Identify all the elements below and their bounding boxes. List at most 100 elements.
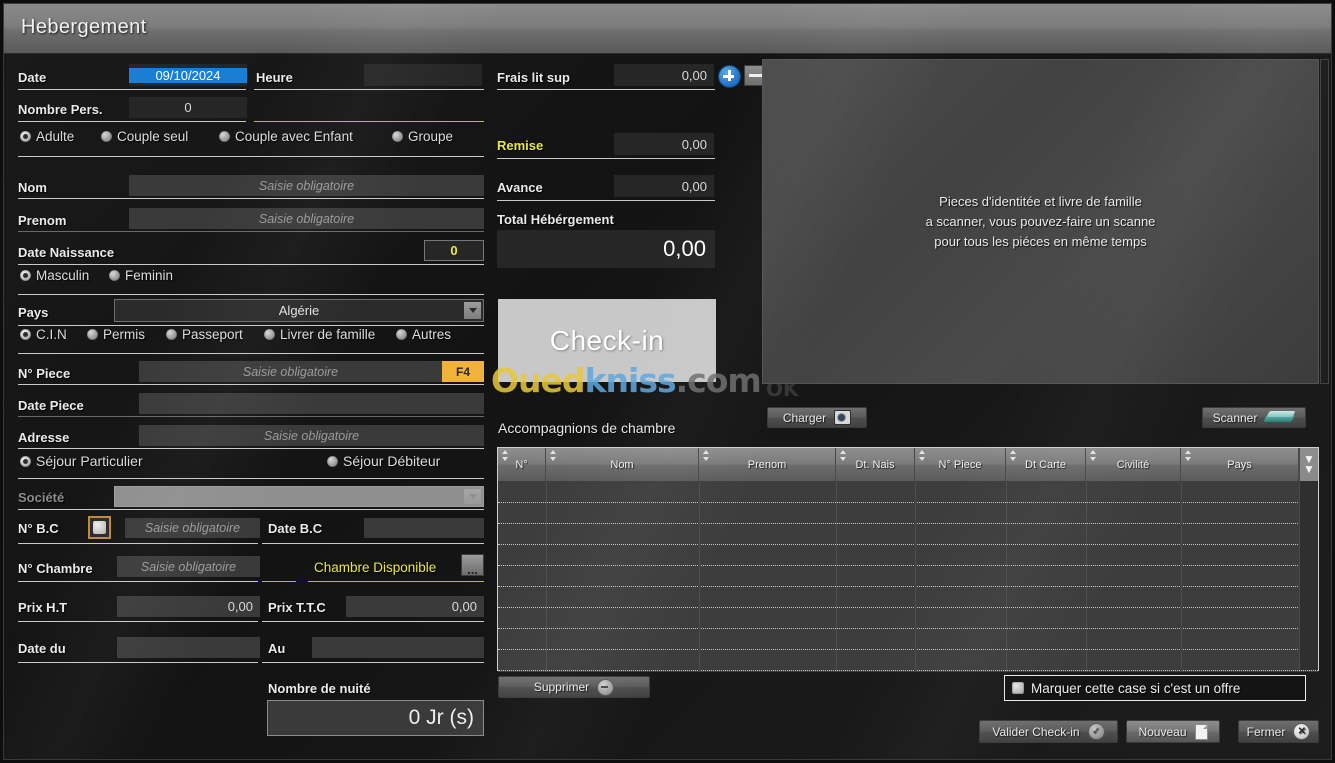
pays-value: Algérie — [278, 303, 320, 318]
chambre-disponible-more-button[interactable]: ... — [461, 554, 484, 576]
scrollbar-track[interactable] — [1300, 481, 1318, 670]
nombre-pers-underline — [18, 121, 246, 122]
offer-checkbox-row[interactable]: Marquer cette case si c'est un offre — [1004, 675, 1306, 701]
column-label: Nom — [610, 458, 634, 471]
table-row[interactable] — [498, 503, 1318, 524]
n-bc-input[interactable]: Saisie obligatoire — [125, 518, 260, 538]
nombre-nuite-input[interactable]: 0 Jr (s) — [267, 700, 484, 736]
sort-icon[interactable] — [501, 450, 508, 461]
table-row[interactable] — [498, 587, 1318, 608]
radio-label: Groupe — [408, 129, 454, 144]
frais-lit-sup-input[interactable]: 0,00 — [614, 64, 714, 86]
chevron-down-icon[interactable] — [464, 302, 481, 319]
chevron-down-icon[interactable]: ▼ ▼ — [1300, 453, 1318, 475]
prix-ht-input[interactable]: 0,00 — [117, 596, 260, 617]
radio-passeport[interactable]: Passeport — [166, 327, 243, 342]
scan-preview-area[interactable]: Pieces d'identitée et livre de famille a… — [762, 59, 1319, 384]
title-bar: Hebergement — [4, 4, 1331, 54]
radio-masculin[interactable]: Masculin — [20, 268, 89, 283]
nom-input[interactable]: Saisie obligatoire — [129, 175, 484, 196]
nombre-pers-input[interactable]: 0 — [129, 97, 247, 118]
table-row[interactable] — [498, 566, 1318, 587]
column-header-dt-carte[interactable]: Dt Carte — [1006, 448, 1086, 481]
heure-input[interactable] — [364, 64, 482, 86]
table-scrollbar[interactable]: ▼ ▼ — [1299, 448, 1318, 670]
radio-permis[interactable]: Permis — [87, 327, 145, 342]
n-piece-f4-button[interactable]: F4 — [442, 361, 484, 382]
avance-input[interactable]: 0,00 — [614, 175, 714, 197]
sort-icon[interactable] — [549, 450, 556, 461]
date-du-input[interactable] — [117, 637, 260, 658]
table-row[interactable] — [498, 629, 1318, 650]
table-row[interactable] — [498, 482, 1318, 503]
total-hebergement-value: 0,00 — [663, 236, 706, 261]
radio-adulte[interactable]: Adulte — [20, 129, 74, 144]
charger-button[interactable]: Charger — [767, 407, 867, 428]
radio-label: Feminin — [125, 268, 174, 283]
radio-label: Couple seul — [117, 129, 189, 144]
column-header-n-piece[interactable]: N° Piece — [915, 448, 1006, 481]
radio-couple-seul[interactable]: Couple seul — [101, 129, 188, 144]
table-row[interactable] — [498, 545, 1318, 566]
date-naissance-underline — [18, 264, 484, 265]
prix-ttc-input[interactable]: 0,00 — [346, 596, 484, 617]
column-header-civilite[interactable]: Civilité — [1086, 448, 1181, 481]
scanner-button[interactable]: Scanner — [1202, 407, 1306, 428]
au-input[interactable] — [312, 637, 484, 658]
radio-feminin[interactable]: Feminin — [109, 268, 173, 283]
sort-icon[interactable] — [1184, 450, 1191, 461]
societe-select[interactable] — [114, 486, 484, 507]
pays-select[interactable]: Algérie — [114, 299, 484, 322]
sort-icon[interactable] — [1009, 450, 1016, 461]
column-header-pays[interactable]: Pays — [1181, 448, 1299, 481]
sort-icon[interactable] — [702, 450, 709, 461]
nom-label: Nom — [18, 180, 47, 195]
radio-couple-avec-enfant[interactable]: Couple avec Enfant — [219, 129, 353, 144]
radio-groupe[interactable]: Groupe — [392, 129, 453, 144]
pays-underline — [18, 325, 484, 326]
radio-livrer-de-famille[interactable]: Livrer de famille — [264, 327, 375, 342]
n-chambre-placeholder: Saisie obligatoire — [140, 559, 237, 574]
plus-circle-icon[interactable] — [718, 65, 741, 88]
sort-icon[interactable] — [839, 450, 846, 461]
check-in-button[interactable]: Check-in — [498, 299, 716, 382]
radio-dot — [219, 131, 230, 142]
date-piece-input[interactable] — [139, 393, 484, 414]
n-chambre-input[interactable]: Saisie obligatoire — [117, 556, 260, 577]
table-row[interactable] — [498, 608, 1318, 629]
n-bc-checkbox[interactable] — [88, 516, 111, 539]
radio-sejour-particulier[interactable]: Séjour Particulier — [20, 453, 143, 469]
table-row[interactable] — [498, 650, 1318, 671]
sort-icon[interactable] — [1089, 450, 1096, 461]
remise-input[interactable]: 0,00 — [614, 133, 714, 155]
radio-autres[interactable]: Autres — [396, 327, 451, 342]
column-header-dt-nais[interactable]: Dt. Nais — [836, 448, 915, 481]
radio-cin[interactable]: C.I.N — [20, 327, 67, 342]
date-input[interactable]: 09/10/2024 — [129, 64, 247, 86]
supprimer-button[interactable]: Supprimer — [498, 676, 650, 698]
date-naissance-input[interactable]: 0 — [424, 240, 484, 261]
adresse-input[interactable]: Saisie obligatoire — [139, 425, 484, 446]
adresse-placeholder: Saisie obligatoire — [263, 428, 360, 443]
nouveau-button[interactable]: Nouveau — [1126, 720, 1220, 743]
table-row[interactable] — [498, 524, 1318, 545]
prenom-input[interactable]: Saisie obligatoire — [129, 208, 484, 229]
column-header-numero[interactable]: N° — [498, 448, 546, 481]
chevron-down-icon[interactable] — [464, 489, 481, 504]
scan-preview-scrollbar[interactable] — [1320, 59, 1329, 384]
column-header-nom[interactable]: Nom — [546, 448, 699, 481]
prenom-placeholder: Saisie obligatoire — [258, 211, 355, 226]
sort-icon[interactable] — [918, 450, 925, 461]
column-header-prenom[interactable]: Prenom — [699, 448, 836, 481]
frais-lit-sup-value: 0,00 — [681, 67, 707, 83]
fermer-button[interactable]: Fermer ✕ — [1238, 720, 1319, 743]
occupancy-yellow-underline — [254, 121, 484, 122]
adresse-underline — [18, 448, 484, 449]
valider-checkin-button[interactable]: Valider Check-in ✓ — [979, 720, 1118, 743]
radio-sejour-debiteur[interactable]: Séjour Débiteur — [327, 453, 440, 469]
check-circle-icon: ✓ — [1087, 723, 1105, 740]
date-bc-input[interactable] — [364, 518, 484, 538]
n-piece-input[interactable]: Saisie obligatoire — [139, 361, 484, 382]
table-body[interactable] — [498, 482, 1318, 672]
offer-checkbox[interactable] — [1012, 682, 1024, 694]
